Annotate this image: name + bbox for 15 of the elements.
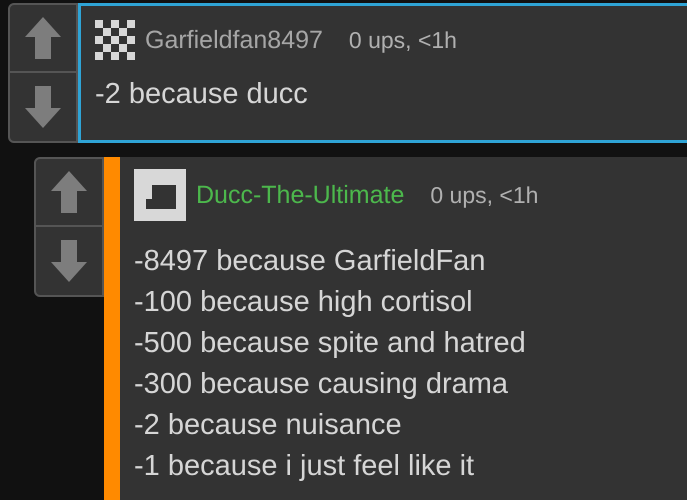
comment-text-line: -1 because i just feel like it: [134, 449, 476, 484]
username-link[interactable]: Ducc-The-Ultimate: [196, 180, 404, 210]
username-link[interactable]: Garfieldfan8497: [145, 26, 323, 54]
comment-text-line: -500 because spite and hatred: [134, 326, 527, 361]
comment-text-line: -8497 because GarfieldFan: [134, 244, 486, 279]
comment-meta: 0 ups, <1h: [348, 26, 457, 54]
comment-meta: 0 ups, <1h: [430, 182, 538, 208]
comment-text-line: -100 because high cortisol: [134, 285, 474, 320]
up-arrow-icon: [23, 15, 63, 61]
comment-text-line: -2 because ducc: [95, 77, 309, 112]
down-arrow-icon: [49, 238, 89, 284]
up-arrow-icon: [49, 169, 89, 215]
comment-text-line: -300 because causing drama: [134, 367, 510, 402]
comment-text-line: -2 because nuisance: [134, 408, 403, 443]
down-arrow-icon: [23, 84, 63, 130]
